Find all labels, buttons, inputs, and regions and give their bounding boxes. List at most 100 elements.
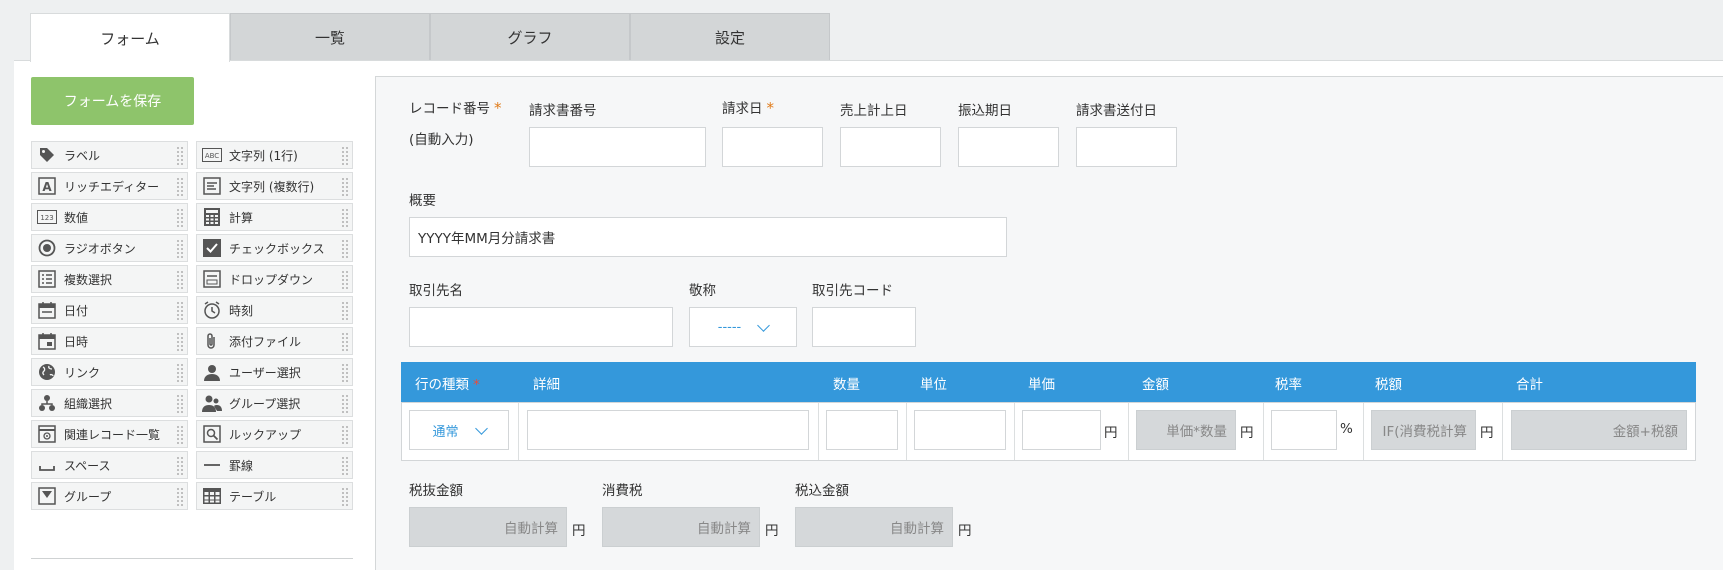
drag-handle-icon[interactable]: [176, 239, 184, 259]
drag-handle-icon[interactable]: [341, 425, 349, 445]
drag-handle-icon[interactable]: [341, 456, 349, 476]
palette-item-checkbox[interactable]: チェックボックス: [196, 234, 353, 262]
drag-handle-icon[interactable]: [341, 177, 349, 197]
th-unit: 単位: [920, 377, 947, 393]
drag-handle-icon[interactable]: [176, 425, 184, 445]
palette-item-calc[interactable]: 計算: [196, 203, 353, 231]
drag-handle-icon[interactable]: [341, 146, 349, 166]
palette-item-time[interactable]: 時刻: [196, 296, 353, 324]
sales-date-input[interactable]: [840, 127, 941, 167]
subtotal-yen: 円: [572, 523, 586, 539]
palette-item-rich-editor[interactable]: A リッチエディター: [31, 172, 188, 200]
palette-item-text: 計算: [229, 210, 254, 225]
multi-select-icon: [36, 268, 58, 290]
amount-yen: 円: [1240, 425, 1254, 441]
palette-item-link[interactable]: リンク: [31, 358, 188, 386]
th-row-type: 行の種類 *: [415, 377, 480, 393]
palette-item-attachment[interactable]: 添付ファイル: [196, 327, 353, 355]
palette-item-number[interactable]: 123 数値: [31, 203, 188, 231]
detail-input[interactable]: [527, 410, 809, 450]
drag-handle-icon[interactable]: [341, 239, 349, 259]
invoice-number-input[interactable]: [529, 127, 706, 167]
drag-handle-icon[interactable]: [176, 487, 184, 507]
palette-item-text: グループ選択: [229, 396, 301, 411]
drag-handle-icon[interactable]: [341, 363, 349, 383]
palette-item-radio[interactable]: ラジオボタン: [31, 234, 188, 262]
tab-settings[interactable]: 設定: [630, 13, 830, 60]
drag-handle-icon[interactable]: [176, 177, 184, 197]
palette-item-lookup[interactable]: ルックアップ: [196, 420, 353, 448]
palette-item-org-select[interactable]: 組織選択: [31, 389, 188, 417]
unit-price-input[interactable]: [1022, 410, 1101, 450]
drag-handle-icon[interactable]: [176, 363, 184, 383]
lookup-icon: [201, 423, 223, 445]
quantity-input[interactable]: [826, 410, 898, 450]
datetime-icon: [36, 330, 58, 352]
svg-text:123: 123: [40, 214, 53, 222]
th-tax-rate: 税率: [1275, 377, 1302, 393]
unit-input[interactable]: [914, 410, 1006, 450]
save-form-button[interactable]: フォームを保存: [31, 77, 194, 125]
transfer-date-input[interactable]: [958, 127, 1059, 167]
tax-rate-input[interactable]: [1271, 410, 1337, 450]
client-code-input[interactable]: [812, 307, 916, 347]
summary-label: 概要: [409, 193, 436, 209]
group-folder-icon: [36, 485, 58, 507]
drag-handle-icon[interactable]: [176, 270, 184, 290]
drag-handle-icon[interactable]: [341, 270, 349, 290]
tag-icon: [36, 144, 58, 166]
palette-item-user-select[interactable]: ユーザー選択: [196, 358, 353, 386]
summary-input[interactable]: YYYY年MM月分請求書: [409, 217, 1007, 257]
palette-divider: [31, 558, 353, 559]
globe-icon: [36, 361, 58, 383]
palette-item-table[interactable]: テーブル: [196, 482, 353, 510]
drag-handle-icon[interactable]: [341, 301, 349, 321]
consumption-tax-yen: 円: [765, 523, 779, 539]
palette-item-multi-select[interactable]: 複数選択: [31, 265, 188, 293]
palette-item-space[interactable]: スペース: [31, 451, 188, 479]
palette-item-multi-line-text[interactable]: 文字列 (複数行): [196, 172, 353, 200]
row-type-dropdown[interactable]: 通常: [409, 410, 509, 450]
drag-handle-icon[interactable]: [176, 301, 184, 321]
invoice-date-input[interactable]: [722, 127, 823, 167]
drag-handle-icon[interactable]: [176, 146, 184, 166]
group-icon: [201, 392, 223, 414]
palette-item-text: ルックアップ: [229, 427, 302, 442]
th-amount: 金額: [1142, 377, 1169, 393]
palette-item-dropdown[interactable]: ドロップダウン: [196, 265, 353, 293]
drag-handle-icon[interactable]: [176, 394, 184, 414]
send-date-input[interactable]: [1076, 127, 1177, 167]
palette-item-group-select[interactable]: グループ選択: [196, 389, 353, 417]
palette-item-date[interactable]: 日付: [31, 296, 188, 324]
client-name-input[interactable]: [409, 307, 673, 347]
palette-item-single-line-text[interactable]: ABC 文字列 (1行): [196, 141, 353, 169]
column-divider: [1502, 403, 1503, 460]
palette-item-related-records[interactable]: 関連レコード一覧: [31, 420, 188, 448]
transfer-date-label: 振込期日: [958, 103, 1012, 119]
palette-item-group[interactable]: グループ: [31, 482, 188, 510]
palette-item-border[interactable]: 罫線: [196, 451, 353, 479]
total-with-tax-label: 税込金額: [795, 483, 849, 499]
drag-handle-icon[interactable]: [341, 208, 349, 228]
column-divider: [1128, 403, 1129, 460]
tab-graph[interactable]: グラフ: [430, 13, 630, 60]
sales-date-label: 売上計上日: [840, 103, 908, 119]
drag-handle-icon[interactable]: [176, 332, 184, 352]
tab-form[interactable]: フォーム: [30, 13, 230, 62]
tax-amount-calc-field: IF(消費税計算: [1371, 410, 1476, 450]
drag-handle-icon[interactable]: [341, 332, 349, 352]
drag-handle-icon[interactable]: [176, 208, 184, 228]
honorific-dropdown[interactable]: -----: [689, 307, 797, 347]
palette-item-text: ドロップダウン: [229, 272, 314, 287]
chevron-down-icon: [757, 318, 771, 332]
total-calc-field: 金額+税額: [1511, 410, 1687, 450]
tab-list[interactable]: 一覧: [230, 13, 430, 60]
palette-item-text: 関連レコード一覧: [64, 427, 161, 442]
palette-item-label[interactable]: ラベル: [31, 141, 188, 169]
drag-handle-icon[interactable]: [341, 394, 349, 414]
palette-item-datetime[interactable]: 日時: [31, 327, 188, 355]
consumption-tax-label: 消費税: [602, 483, 643, 499]
palette-item-text: ラジオボタン: [64, 241, 136, 256]
drag-handle-icon[interactable]: [176, 456, 184, 476]
drag-handle-icon[interactable]: [341, 487, 349, 507]
